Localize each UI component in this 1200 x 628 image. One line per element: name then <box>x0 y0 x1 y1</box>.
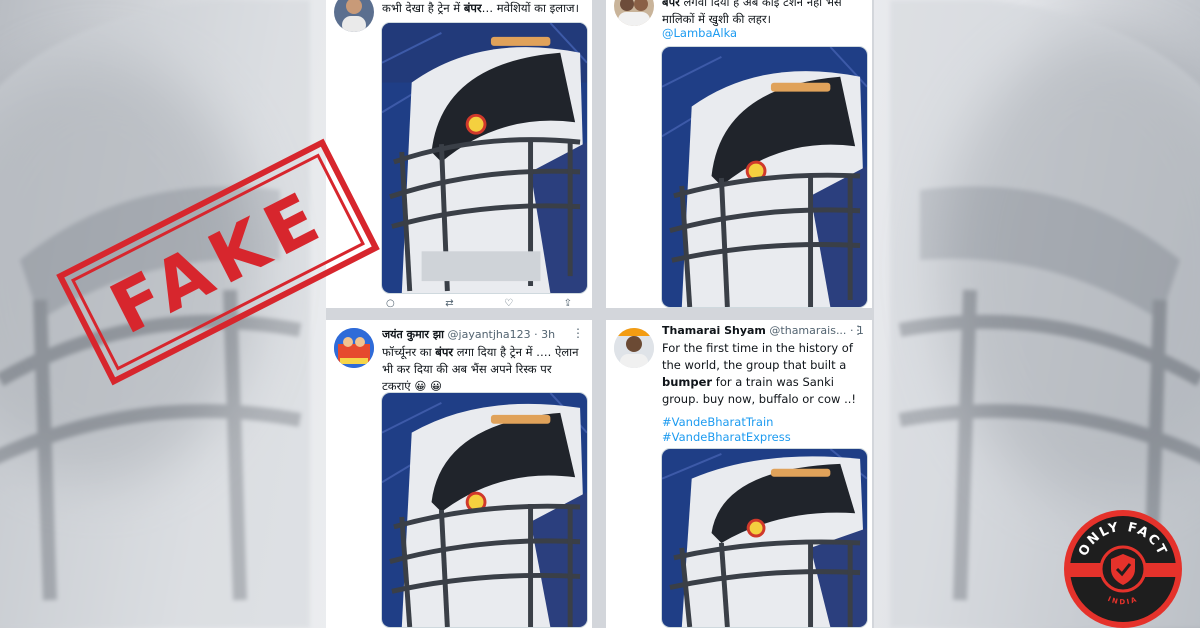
tweet-header: जयंत कुमार झा @jayantjha123 · 3h <box>382 328 584 342</box>
user-name[interactable]: जयंत कुमार झा <box>382 328 444 341</box>
avatar[interactable] <box>614 328 654 368</box>
train-image <box>382 393 587 627</box>
only-fact-logo: ONLY FACT INDIA <box>1062 508 1184 628</box>
reply-icon[interactable]: ○ <box>386 298 395 308</box>
user-handle[interactable]: @jayantjha123 <box>448 328 531 341</box>
more-options-icon[interactable]: ⋮ <box>852 323 864 337</box>
tweet-collage: कभी देखा है ट्रेन में बंपर… मवेशियों का … <box>326 0 874 628</box>
avatar[interactable] <box>614 0 654 26</box>
tweet-card-4: Thamarai Shyam @thamarais... · 12h ⋮ For… <box>606 320 872 628</box>
like-icon[interactable]: ♡ <box>504 298 513 308</box>
mention-link[interactable]: @LambaAlka <box>662 25 737 42</box>
train-image <box>382 23 587 293</box>
user-name[interactable]: Thamarai Shyam <box>662 324 766 337</box>
tweet-card-2: बंपर लगवा दिया है अब कोई टेंशन नहीं भैंस… <box>606 0 872 308</box>
avatar[interactable] <box>334 0 374 32</box>
train-image <box>662 47 867 307</box>
tweet-header: Thamarai Shyam @thamarais... · 12h <box>662 324 864 338</box>
tweet-time[interactable]: · 3h <box>534 328 555 341</box>
tweet-text: बंपर लगवा दिया है अब कोई टेंशन नहीं भैंस… <box>662 0 842 26</box>
more-options-icon[interactable]: ⋮ <box>572 326 584 340</box>
train-bumper-photo[interactable] <box>381 22 588 294</box>
user-handle[interactable]: @thamarais... <box>769 324 846 337</box>
retweet-icon[interactable]: ⇄ <box>445 298 453 308</box>
tweet-text: कभी देखा है ट्रेन में बंपर… मवेशियों का … <box>382 1 579 15</box>
train-bumper-photo[interactable] <box>381 392 588 628</box>
share-icon[interactable]: ⇪ <box>564 298 572 308</box>
tweet-text: For the first time in the history of the… <box>662 341 857 406</box>
train-bumper-photo[interactable] <box>661 448 868 628</box>
train-bumper-photo[interactable] <box>661 46 868 308</box>
tweet-card-1: कभी देखा है ट्रेन में बंपर… मवेशियों का … <box>326 0 592 308</box>
train-image <box>662 449 867 627</box>
hashtag-link[interactable]: #VandeBharatExpress <box>662 429 791 446</box>
avatar[interactable] <box>334 328 374 368</box>
tweet-actions: ○ ⇄ ♡ ⇪ <box>386 298 572 308</box>
tweet-card-3: जयंत कुमार झा @jayantjha123 · 3h ⋮ फॉर्च… <box>326 320 592 628</box>
tweet-text: फॉर्च्यूनर का बंपर लगा दिया है ट्रेन में… <box>382 345 579 393</box>
